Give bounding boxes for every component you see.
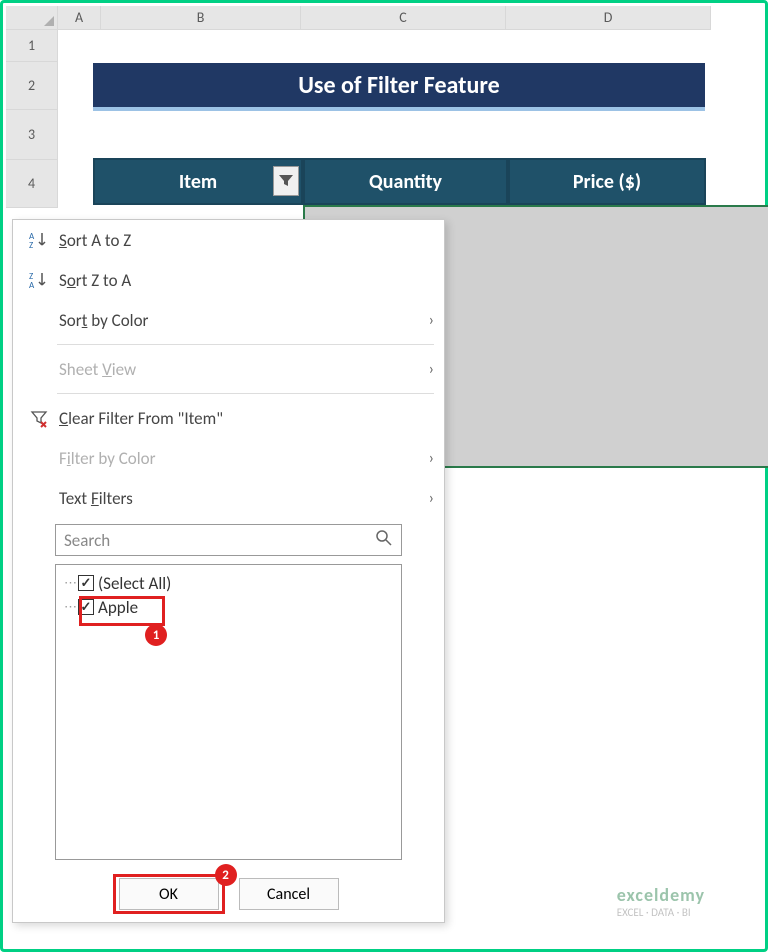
col-header-A[interactable]: A xyxy=(58,6,101,30)
menu-sort-by-color[interactable]: Sort by Color › xyxy=(13,300,444,340)
row-header-4[interactable]: 4 xyxy=(6,160,58,208)
row-header-2[interactable]: 2 xyxy=(6,62,58,110)
filter-dropdown-button[interactable] xyxy=(273,166,299,196)
chevron-right-icon: › xyxy=(429,449,434,468)
watermark: exceldemy EXCEL · DATA · BI xyxy=(617,884,705,919)
callout-badge-2: 2 xyxy=(215,864,237,886)
menu-filter-by-color-label: Filter by Color xyxy=(53,448,429,469)
callout-highlight-2 xyxy=(113,874,225,914)
col-header-B[interactable]: B xyxy=(101,6,301,30)
header-quantity: Quantity xyxy=(303,158,508,205)
menu-sheet-view-label: Sheet View xyxy=(53,359,429,380)
menu-clear-filter-label: Clear Filter From "Item" xyxy=(53,408,434,429)
menu-text-filters[interactable]: Text Filters › xyxy=(13,478,444,518)
header-price: Price ($) xyxy=(508,158,706,205)
col-header-C[interactable]: C xyxy=(301,6,506,30)
chevron-right-icon: › xyxy=(429,311,434,330)
column-headers-row: A B C D xyxy=(58,6,711,30)
title-cell: Use of Filter Feature xyxy=(93,63,705,111)
header-item: Item xyxy=(93,158,303,205)
row-header-3[interactable]: 3 xyxy=(6,110,58,160)
menu-filter-by-color: Filter by Color › xyxy=(13,438,444,478)
filter-search-input[interactable]: Search xyxy=(55,524,402,556)
watermark-tag: EXCEL · DATA · BI xyxy=(617,906,691,919)
search-icon xyxy=(375,529,393,552)
cancel-button[interactable]: Cancel xyxy=(239,878,339,910)
tree-line-icon: ⋯ xyxy=(64,576,76,591)
watermark-brand: exceldemy xyxy=(617,884,705,906)
menu-sort-az-label: Sort A to Z xyxy=(53,230,434,251)
col-header-D[interactable]: D xyxy=(506,6,711,30)
sort-za-icon: ZA xyxy=(25,270,53,290)
chevron-right-icon: › xyxy=(429,489,434,508)
menu-clear-filter[interactable]: Clear Filter From "Item" xyxy=(13,398,444,438)
menu-sort-za[interactable]: ZA Sort Z to A xyxy=(13,260,444,300)
menu-text-filters-label: Text Filters xyxy=(53,488,429,509)
row-headers-col: 1 2 3 4 xyxy=(6,30,58,208)
filter-dropdown-menu: AZ Sort A to Z ZA Sort Z to A Sort by Co… xyxy=(12,219,445,923)
dialog-button-row: OK 2 Cancel xyxy=(13,878,444,910)
callout-highlight-1 xyxy=(79,596,165,626)
clear-filter-icon xyxy=(25,408,53,428)
search-placeholder: Search xyxy=(64,530,110,551)
svg-text:A: A xyxy=(29,280,35,290)
menu-sheet-view: Sheet View › xyxy=(13,349,444,389)
menu-sort-az[interactable]: AZ Sort A to Z xyxy=(13,220,444,260)
callout-badge-1: 1 xyxy=(145,624,167,646)
menu-separator xyxy=(57,393,434,394)
select-all-label: (Select All) xyxy=(98,573,171,594)
select-all-corner[interactable] xyxy=(6,6,58,30)
menu-separator xyxy=(57,344,434,345)
svg-text:Z: Z xyxy=(29,240,33,250)
sort-az-icon: AZ xyxy=(25,230,53,250)
checkbox-select-all[interactable] xyxy=(78,575,94,591)
filter-active-icon xyxy=(278,173,294,189)
menu-sort-za-label: Sort Z to A xyxy=(53,270,434,291)
tree-line-icon: ⋯ xyxy=(64,600,76,615)
row-header-1[interactable]: 1 xyxy=(6,30,58,62)
chevron-right-icon: › xyxy=(429,360,434,379)
menu-sort-by-color-label: Sort by Color xyxy=(53,310,429,331)
filter-select-all[interactable]: ⋯ (Select All) xyxy=(64,571,393,595)
